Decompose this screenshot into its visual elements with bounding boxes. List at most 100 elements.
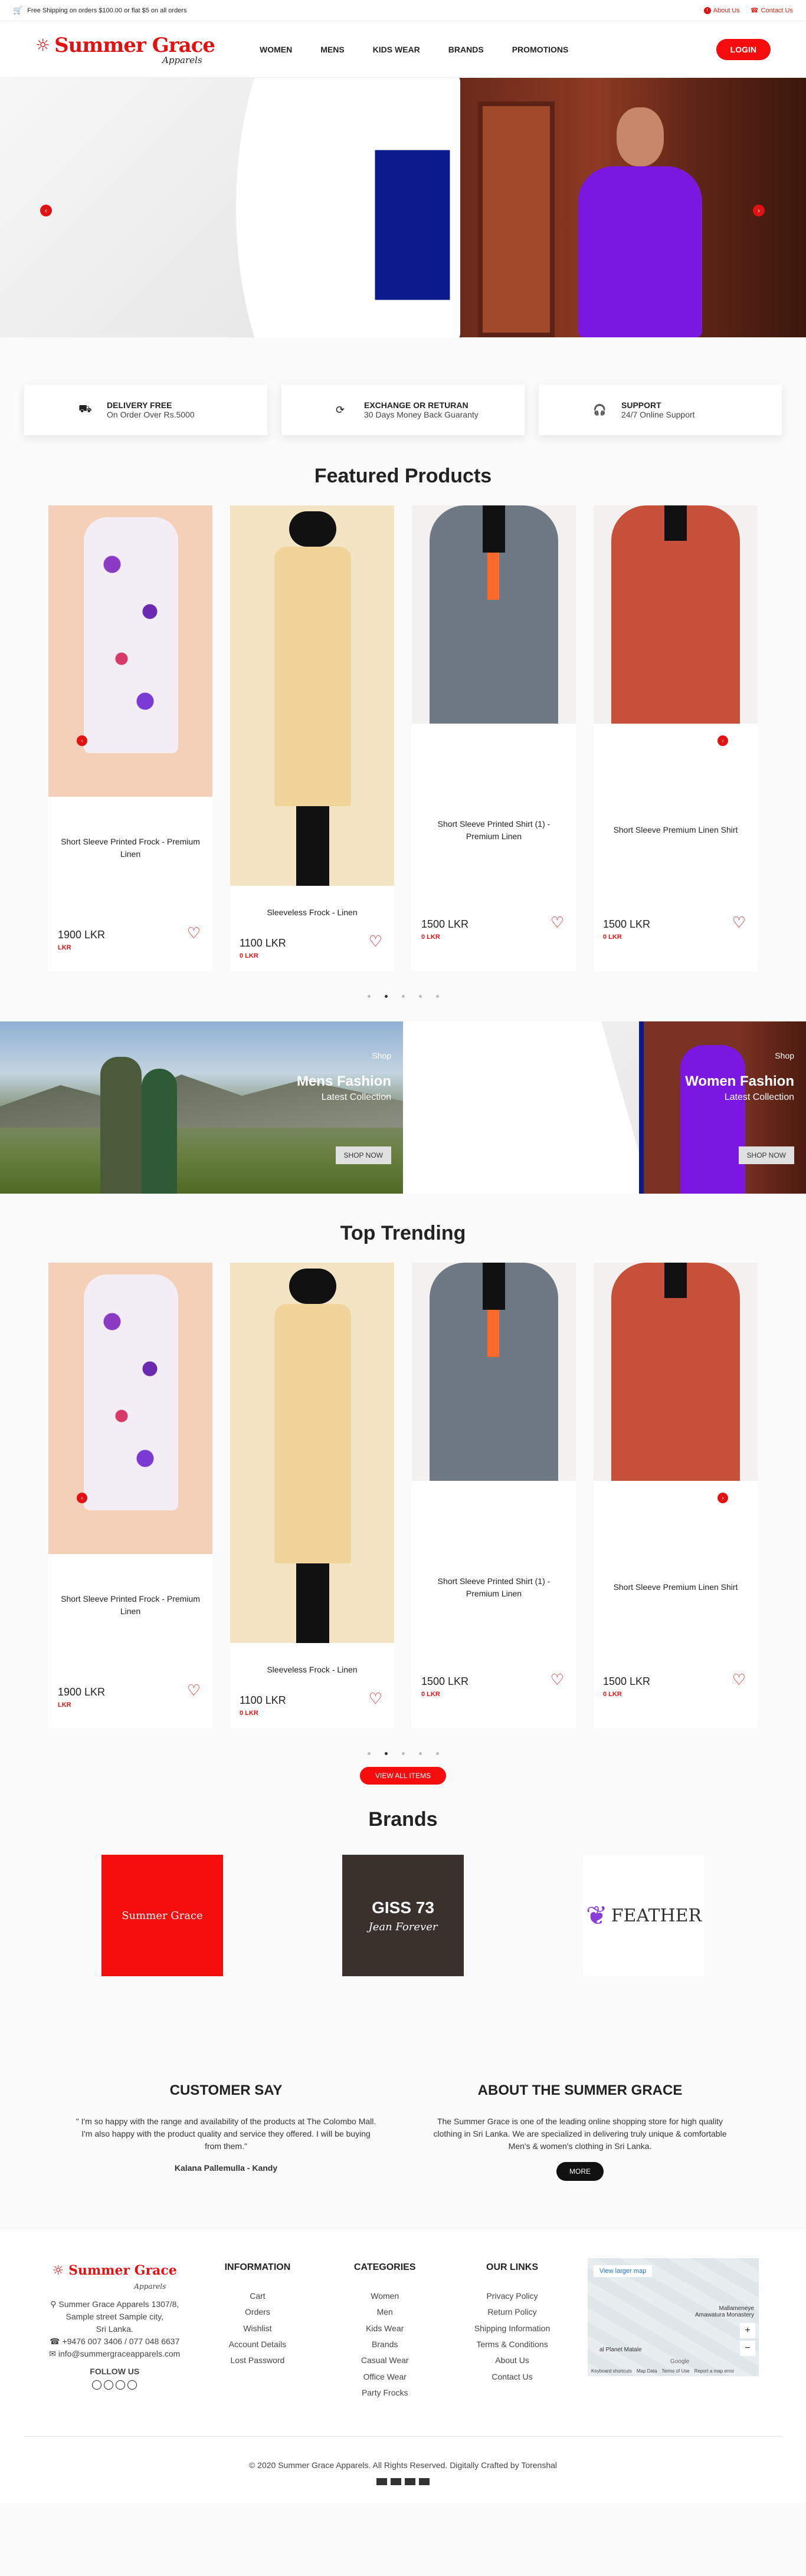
footer-link-lost-password[interactable]: Lost Password xyxy=(206,2352,310,2368)
mens-banner[interactable]: Shop Mens Fashion Latest Collection SHOP… xyxy=(0,1021,403,1194)
wishlist-heart-icon[interactable]: ♡ xyxy=(369,1690,382,1708)
brand-giss73[interactable]: GISS 73 Jean Forever xyxy=(342,1855,464,1976)
nav-women[interactable]: WOMEN xyxy=(260,45,292,54)
twitter-icon[interactable] xyxy=(116,2380,126,2390)
pagination-dot[interactable] xyxy=(401,1752,405,1755)
nav-kids-wear[interactable]: KIDS WEAR xyxy=(373,45,420,54)
footer-cat-casual[interactable]: Casual Wear xyxy=(333,2352,437,2368)
phone-icon: ☎ xyxy=(750,7,759,14)
wishlist-heart-icon[interactable]: ♡ xyxy=(732,914,746,932)
footer-cat-office[interactable]: Office Wear xyxy=(333,2369,437,2385)
shop-now-women-button[interactable]: SHOP NOW xyxy=(738,1146,794,1164)
login-button[interactable]: LOGIN xyxy=(716,38,771,60)
product-name[interactable]: Short Sleeve Premium Linen Shirt xyxy=(594,1581,758,1593)
about-us-link[interactable]: ! About Us xyxy=(703,6,740,14)
facebook-icon[interactable] xyxy=(92,2380,102,2390)
wishlist-heart-icon[interactable]: ♡ xyxy=(187,924,201,942)
brand-feather[interactable]: ❦ FEATHER xyxy=(583,1855,705,1976)
carousel-next-arrow-icon[interactable]: › xyxy=(717,1493,728,1503)
customer-say: CUSTOMER SAY " I'm so happy with the ran… xyxy=(76,2082,376,2173)
wishlist-heart-icon[interactable]: ♡ xyxy=(551,1671,564,1689)
product-card[interactable]: Short Sleeve Premium Linen Shirt 1500 LKR… xyxy=(594,1263,758,1729)
footer-link-orders[interactable]: Orders xyxy=(206,2304,310,2320)
footer-link-return[interactable]: Return Policy xyxy=(460,2304,564,2320)
contact-us-link[interactable]: ☎ Contact Us xyxy=(750,6,793,15)
product-name[interactable]: Short Sleeve Printed Frock - Premium Lin… xyxy=(48,1593,212,1618)
carousel-next-arrow-icon[interactable]: › xyxy=(717,735,728,746)
pagination-dot[interactable] xyxy=(418,995,422,998)
carousel-prev-arrow-icon[interactable]: ‹ xyxy=(77,735,87,746)
pagination-dot-active[interactable] xyxy=(384,995,388,998)
footer-cat-brands[interactable]: Brands xyxy=(333,2337,437,2352)
product-name[interactable]: Short Sleeve Printed Shirt (1) - Premium… xyxy=(412,1575,576,1600)
product-card[interactable]: Short Sleeve Printed Frock - Premium Lin… xyxy=(48,1263,212,1729)
instagram-icon[interactable] xyxy=(104,2380,114,2390)
product-card[interactable]: Short Sleeve Printed Frock - Premium Lin… xyxy=(48,505,212,971)
product-image[interactable] xyxy=(594,1263,758,1481)
women-banner[interactable]: Shop Women Fashion Latest Collection SHO… xyxy=(403,1021,806,1194)
footer-link-contact[interactable]: Contact Us xyxy=(460,2369,564,2385)
product-name[interactable]: Short Sleeve Printed Shirt (1) - Premium… xyxy=(412,818,576,843)
product-card[interactable]: Short Sleeve Printed Shirt (1) - Premium… xyxy=(412,505,576,971)
pagination-dot[interactable] xyxy=(435,1752,439,1755)
wishlist-heart-icon[interactable]: ♡ xyxy=(732,1671,746,1689)
wishlist-heart-icon[interactable]: ♡ xyxy=(551,914,564,932)
footer-link-privacy[interactable]: Privacy Policy xyxy=(460,2288,564,2304)
brand-summer-grace[interactable]: Summer Grace xyxy=(101,1855,223,1976)
hero-prev-arrow-icon[interactable]: ‹ xyxy=(40,205,52,216)
product-image[interactable] xyxy=(412,1263,576,1481)
pagination-dot[interactable] xyxy=(401,995,405,998)
pagination-dot[interactable] xyxy=(367,1752,371,1755)
product-image[interactable] xyxy=(48,505,212,797)
nav-mens[interactable]: MENS xyxy=(320,45,344,54)
carousel-prev-arrow-icon[interactable]: ‹ xyxy=(77,1493,87,1503)
pagination-dot-active[interactable] xyxy=(384,1752,388,1755)
zoom-out-icon[interactable]: − xyxy=(739,2341,755,2356)
shop-now-mens-button[interactable]: SHOP NOW xyxy=(335,1146,391,1164)
product-old-price: 0 LKR xyxy=(603,934,622,941)
product-image[interactable] xyxy=(230,505,394,886)
footer-link-about[interactable]: About Us xyxy=(460,2352,564,2368)
product-name[interactable]: Sleeveless Frock - Linen xyxy=(230,906,394,919)
view-larger-map-link[interactable]: View larger map xyxy=(593,2265,653,2277)
pagination-dot[interactable] xyxy=(367,995,371,998)
product-image[interactable] xyxy=(412,505,576,724)
footer-cat-kids[interactable]: Kids Wear xyxy=(333,2321,437,2337)
pagination-dot[interactable] xyxy=(435,995,439,998)
more-button[interactable]: MORE xyxy=(556,2162,604,2181)
product-card[interactable]: Sleeveless Frock - Linen 1100 LKR 0 LKR ♡ xyxy=(230,1263,394,1729)
footer-link-account[interactable]: Account Details xyxy=(206,2337,310,2352)
product-name[interactable]: Sleeveless Frock - Linen xyxy=(230,1664,394,1676)
product-image[interactable] xyxy=(48,1263,212,1554)
footer-cat-men[interactable]: Men xyxy=(333,2304,437,2320)
site-logo[interactable]: ☼ Summer Grace Apparels xyxy=(35,34,230,65)
brands-title: Brands xyxy=(368,1808,438,1831)
zoom-in-icon[interactable]: + xyxy=(739,2323,755,2338)
pagination-dot[interactable] xyxy=(418,1752,422,1755)
product-name[interactable]: Short Sleeve Printed Frock - Premium Lin… xyxy=(48,836,212,860)
featured-products: Short Sleeve Printed Frock - Premium Lin… xyxy=(0,505,806,971)
nav-promotions[interactable]: PROMOTIONS xyxy=(512,45,569,54)
footer-link-wishlist[interactable]: Wishlist xyxy=(206,2321,310,2337)
hero-next-arrow-icon[interactable]: › xyxy=(753,205,765,216)
product-image[interactable] xyxy=(594,505,758,724)
footer-link-shipping[interactable]: Shipping Information xyxy=(460,2321,564,2337)
product-name[interactable]: Short Sleeve Premium Linen Shirt xyxy=(594,824,758,836)
footer-link-cart[interactable]: Cart xyxy=(206,2288,310,2304)
wishlist-heart-icon[interactable]: ♡ xyxy=(187,1681,201,1700)
location-map[interactable]: View larger map al Planet Matale Mallame… xyxy=(587,2258,759,2376)
footer-cat-women[interactable]: Women xyxy=(333,2288,437,2304)
product-price: 1900 LKR xyxy=(58,1686,106,1698)
nav-brands[interactable]: BRANDS xyxy=(448,45,484,54)
product-old-price: 0 LKR xyxy=(240,952,258,960)
product-card[interactable]: Sleeveless Frock - Linen 1100 LKR 0 LKR ♡ xyxy=(230,505,394,971)
view-all-items-button[interactable]: VIEW ALL ITEMS xyxy=(359,1767,447,1785)
youtube-icon[interactable] xyxy=(127,2380,137,2390)
product-image[interactable] xyxy=(230,1263,394,1643)
wishlist-heart-icon[interactable]: ♡ xyxy=(369,932,382,951)
footer: ☼ Summer Grace Apparels ⚲ Summer Grace A… xyxy=(0,2228,806,2503)
product-card[interactable]: Short Sleeve Premium Linen Shirt 1500 LKR… xyxy=(594,505,758,971)
footer-link-terms[interactable]: Terms & Conditions xyxy=(460,2337,564,2352)
footer-cat-party[interactable]: Party Frocks xyxy=(333,2385,437,2401)
product-card[interactable]: Short Sleeve Printed Shirt (1) - Premium… xyxy=(412,1263,576,1729)
